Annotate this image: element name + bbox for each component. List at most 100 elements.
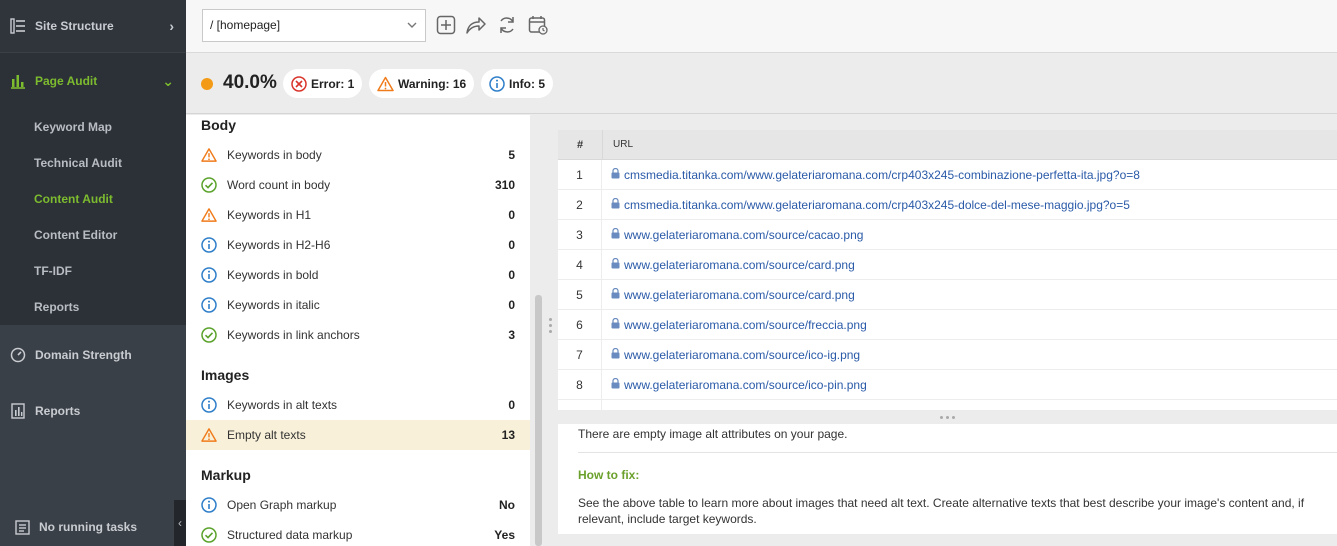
refresh-button[interactable] [496,14,518,36]
share-button[interactable] [465,14,487,36]
group-title-body: Body [201,117,236,133]
url-link[interactable]: www.gelateriaromana.com/source/ico-pin.p… [611,370,867,400]
sidebar-item-domain-strength[interactable]: Domain Strength [0,327,186,383]
factor-label: Keywords in H1 [227,208,312,222]
group-title-markup: Markup [201,467,251,483]
url-text: www.gelateriaromana.com/source/card.png [624,288,855,302]
table-row[interactable]: 7 www.gelateriaromana.com/source/ico-ig.p… [558,340,1337,370]
error-filter-badge[interactable]: Error: 1 [283,69,363,98]
add-page-button[interactable] [435,14,457,36]
factor-row[interactable]: Keywords in bold 0 [186,260,530,290]
row-number [558,400,602,410]
check-circle-icon [201,527,217,543]
gauge-icon [9,346,27,364]
factor-row[interactable]: Keywords in link anchors 3 [186,320,530,350]
factor-row[interactable]: Keywords in alt texts 0 [186,390,530,420]
sidebar-item-page-audit[interactable]: Page Audit ⌄ [0,53,186,109]
info-icon [489,75,505,92]
add-page-icon [436,15,456,35]
warning-icon [201,207,217,223]
info-icon [201,397,217,413]
warning-icon [377,76,394,91]
factor-label: Structured data markup [227,528,353,542]
sidebar-item-site-structure[interactable]: Site Structure › [0,0,186,52]
sidebar-item-keyword-map[interactable]: Keyword Map [0,109,186,145]
factor-row[interactable]: Keywords in H1 0 [186,200,530,230]
lock-icon [611,220,624,250]
error-count: Error: 1 [311,76,355,91]
warning-filter-badge[interactable]: Warning: 16 [369,69,475,98]
factor-row[interactable]: Keywords in italic 0 [186,290,530,320]
running-tasks-status[interactable]: No running tasks [0,508,186,546]
page-audit-icon [9,72,27,90]
factor-value: 5 [508,148,515,162]
list-scrollbar-thumb[interactable] [535,295,542,546]
column-header-url[interactable]: URL [602,130,633,160]
page-select-dropdown[interactable]: / [homepage] [202,9,426,42]
share-icon [466,17,486,34]
sidebar-item-technical-audit[interactable]: Technical Audit [0,145,186,181]
row-number: 1 [558,160,602,190]
factor-row[interactable]: Open Graph markup No [186,490,530,520]
factor-value: 0 [508,208,515,222]
chevron-left-icon: ‹ [178,516,182,530]
factor-value: 0 [508,298,515,312]
site-structure-icon [9,17,27,35]
info-icon [201,237,217,253]
sidebar-item-label: Site Structure [35,19,114,33]
sidebar-item-content-audit[interactable]: Content Audit [0,181,186,217]
url-link[interactable]: www.gelateriaromana.com/source/ico-ig.pn… [611,340,860,370]
info-filter-badge[interactable]: Info: 5 [481,69,553,98]
factor-row[interactable]: Structured data markup Yes [186,520,530,546]
schedule-button[interactable] [527,14,549,36]
vertical-resize-handle[interactable] [549,318,553,334]
url-text: cmsmedia.titanka.com/www.gelateriaromana… [624,198,1130,212]
table-row[interactable]: 2 cmsmedia.titanka.com/www.gelateriaroman… [558,190,1337,220]
url-text: www.gelateriaromana.com/source/ico-pin.p… [624,378,867,392]
warning-count: Warning: 16 [398,76,467,91]
sidebar-item-label: Page Audit [35,74,98,88]
sidebar-item-audit-reports[interactable]: Reports [0,289,186,325]
factor-row[interactable]: Empty alt texts 13 [186,420,530,450]
warning-icon [201,427,217,443]
chevron-down-icon: ⌄ [162,72,174,89]
info-icon [201,297,217,313]
how-to-fix-heading: How to fix: [578,468,640,482]
factor-label: Keywords in italic [227,298,320,312]
url-link[interactable]: www.gelateriaromana.com/source/freccia.p… [611,310,867,340]
page-select-value: / [homepage] [210,18,281,32]
toolbar: / [homepage] [186,0,1337,53]
url-link[interactable]: www.gelateriaromana.com/source/card.png [611,250,855,280]
horizontal-resize-handle[interactable] [558,410,1337,424]
factor-label: Keywords in alt texts [227,398,338,412]
error-icon [291,75,307,92]
row-number: 7 [558,340,602,370]
table-row[interactable]: 3 www.gelateriaromana.com/source/cacao.pn… [558,220,1337,250]
factor-value: 3 [508,328,515,342]
factor-label: Keywords in link anchors [227,328,360,342]
table-row[interactable]: 8 www.gelateriaromana.com/source/ico-pin.… [558,370,1337,400]
url-link[interactable]: www.gelateriaromana.com/source/cacao.png [611,220,863,250]
factor-row[interactable]: Word count in body 310 [186,170,530,200]
table-row[interactable] [558,400,1337,410]
sidebar-item-tf-idf[interactable]: TF-IDF [0,253,186,289]
lock-icon [611,340,624,370]
sidebar-item-reports[interactable]: Reports [0,383,186,439]
sidebar-item-content-editor[interactable]: Content Editor [0,217,186,253]
url-link[interactable]: cmsmedia.titanka.com/www.gelateriaromana… [611,160,1140,190]
url-link[interactable]: www.gelateriaromana.com/source/card.png [611,280,855,310]
table-row[interactable]: 1 cmsmedia.titanka.com/www.gelateriaroman… [558,160,1337,190]
url-link[interactable]: cmsmedia.titanka.com/www.gelateriaromana… [611,190,1130,220]
audit-score-bar: 40.0% Error: 1 Warning: 16 Info: 5 [186,54,1337,114]
table-row[interactable]: 4 www.gelateriaromana.com/source/card.png [558,250,1337,280]
column-header-number[interactable]: # [558,130,602,160]
table-row[interactable]: 6 www.gelateriaromana.com/source/freccia.… [558,310,1337,340]
factor-row[interactable]: Keywords in H2-H6 0 [186,230,530,260]
factor-label: Word count in body [227,178,331,192]
table-row[interactable]: 5 www.gelateriaromana.com/source/card.png [558,280,1337,310]
sidebar: Site Structure › Page Audit ⌄ Keyword Ma… [0,0,186,546]
factor-label: Keywords in bold [227,268,319,282]
score-value: 40.0% [223,72,277,93]
collapse-sidebar-button[interactable]: ‹ [174,500,186,546]
factor-row[interactable]: Keywords in body 5 [186,140,530,170]
